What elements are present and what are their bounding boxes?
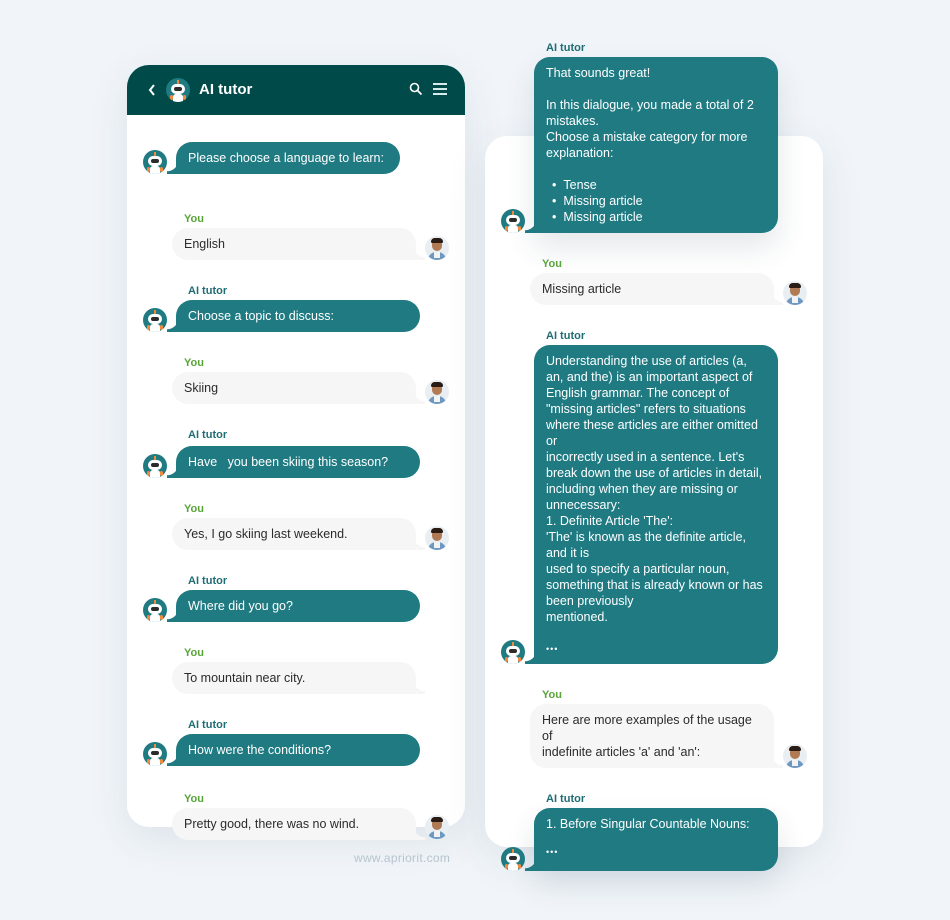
ai-message-text: Understanding the use of articles (a, an… [546,354,763,624]
user-message: Skiing [172,372,425,404]
chat-header: AI tutor [127,65,465,115]
bot-avatar [501,640,525,664]
ai-message-articles-explanation: Understanding the use of articles (a, an… [525,345,778,664]
sender-label-ai: AI tutor [546,793,586,805]
sender-label-ai: AI tutor [188,285,228,297]
ai-message: 1. Before Singular Countable Nouns: ••• [525,808,778,871]
sender-label-ai: AI tutor [188,575,228,587]
user-avatar [425,380,449,404]
ai-message: Have you been skiing this season? [167,446,420,478]
back-button[interactable] [145,80,159,100]
hamburger-menu-icon [433,83,447,95]
chat-window-left: AI tutor Please choose a language to lea… [127,65,465,840]
user-avatar [425,815,449,839]
bot-avatar [143,454,167,478]
user-message: Pretty good, there was no wind. [172,808,425,840]
ai-message-intro: That sounds great! [546,66,651,80]
chat-title: AI tutor [199,81,253,98]
bot-avatar [143,598,167,622]
sender-label-ai: AI tutor [188,429,228,441]
bot-avatar [501,847,525,871]
bot-avatar [143,742,167,766]
sender-label-ai: AI tutor [546,42,586,54]
ai-message: Please choose a language to learn: [167,142,400,174]
chevron-left-icon [148,84,155,96]
ai-message-mistake-summary: That sounds great! In this dialogue, you… [525,57,778,233]
search-icon [409,82,423,96]
sender-label-you: You [184,213,204,225]
ai-message: Choose a topic to discuss: [167,300,420,332]
mistake-category-list: Tense Missing article Missing article [546,177,766,225]
more-ellipsis-icon[interactable]: ••• [546,844,766,860]
user-avatar [783,281,807,305]
ai-message: Where did you go? [167,590,420,622]
user-message: To mountain near city. [172,662,425,694]
sender-label-you: You [184,503,204,515]
sender-label-you: You [542,689,562,701]
user-message: English [172,228,425,260]
search-button[interactable] [409,82,425,98]
bot-avatar [501,209,525,233]
sender-label-you: You [542,258,562,270]
sender-label-ai: AI tutor [546,330,586,342]
user-avatar [425,236,449,260]
user-message: Missing article [530,273,783,305]
bot-avatar [166,78,190,102]
mistake-option[interactable]: Missing article [552,209,766,225]
bot-avatar [143,308,167,332]
mistake-option[interactable]: Tense [552,177,766,193]
mistake-option[interactable]: Missing article [552,193,766,209]
sender-label-you: You [184,357,204,369]
sender-label-ai: AI tutor [188,719,228,731]
user-avatar [783,744,807,768]
user-message: Yes, I go skiing last weekend. [172,518,425,550]
more-ellipsis-icon[interactable]: ••• [546,641,766,657]
ai-message-body: In this dialogue, you made a total of 2 … [546,98,754,160]
user-message: Here are more examples of the usage of i… [530,704,783,768]
sender-label-you: You [184,647,204,659]
ai-message: How were the conditions? [167,734,420,766]
ai-message-text: 1. Before Singular Countable Nouns: [546,817,750,831]
user-avatar [425,526,449,550]
bot-avatar [143,150,167,174]
watermark: www.apriorit.com [354,851,451,865]
sender-label-you: You [184,793,204,805]
menu-button[interactable] [433,83,447,97]
